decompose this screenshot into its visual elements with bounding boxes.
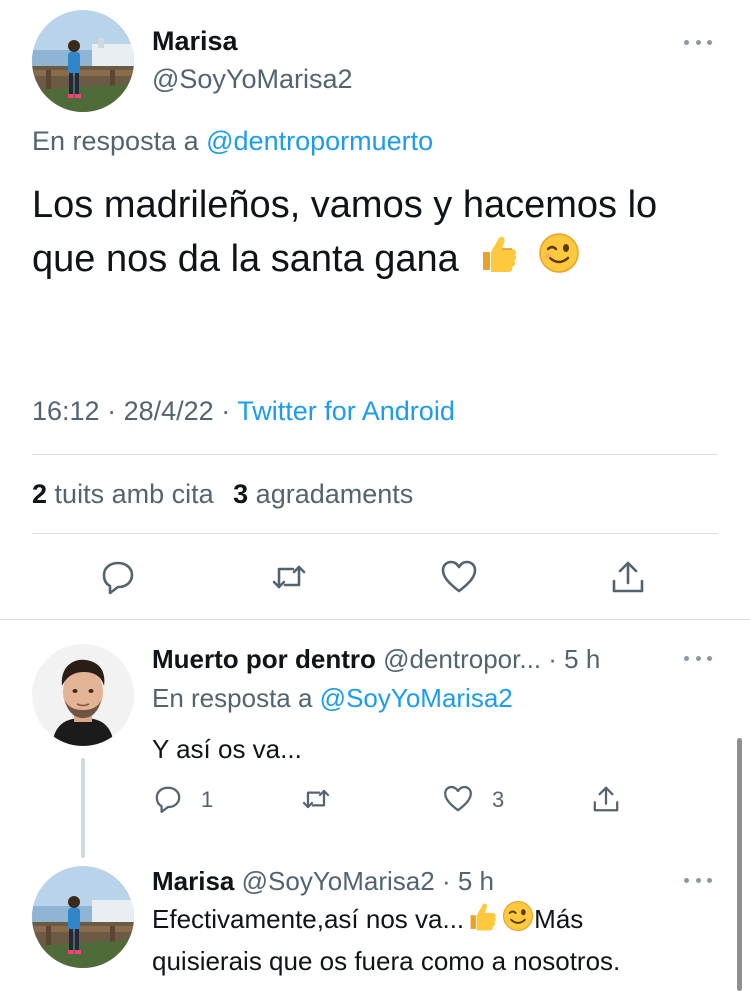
divider [0,619,750,620]
more-icon[interactable] [680,648,716,668]
wink-emoji [538,232,580,289]
reply-text: Efectivamente,así nos va... Más quisiera… [152,900,620,980]
tweet-source[interactable]: Twitter for Android [237,396,455,426]
like-count: 3 [233,479,249,509]
share-icon[interactable] [608,557,648,597]
reply-text-part1: Efectivamente,así nos va... [152,904,465,934]
author-handle[interactable]: @SoyYoMarisa2 [152,64,353,95]
reply-icon[interactable] [152,783,186,817]
reply-author-name[interactable]: Marisa [152,866,234,896]
reply-context: En resposta a @SoyYoMarisa2 [152,683,513,714]
retweet-icon[interactable] [269,557,309,597]
quote-label: tuits amb cita [54,479,214,509]
reply-count: 1 [201,787,214,812]
like-label: agradaments [255,479,414,509]
thumbs-up-emoji [477,232,519,289]
divider [32,533,718,534]
tweet-body: Los madrileños, vamos y hacemos lo que n… [32,178,722,289]
divider [32,454,718,455]
likes-stat[interactable]: 3 agradaments [233,479,413,509]
quote-count: 2 [32,479,48,509]
reply-prefix: En resposta a [32,126,199,156]
heart-icon[interactable] [439,557,479,597]
reply-text-part2: Más [534,904,584,934]
thread-line [81,758,85,858]
reply-to-link[interactable]: @SoyYoMarisa2 [320,683,513,713]
meta-separator: · [107,396,117,426]
reply-age[interactable]: · 5 h [548,644,600,674]
reply-to-link[interactable]: @dentropormuerto [206,126,433,156]
reply-author-name[interactable]: Muerto por dentro [152,644,376,674]
heart-icon[interactable] [442,783,476,817]
reply-text: Y así os va... [152,734,302,764]
reply-author-handle[interactable]: @dentropor... [383,644,541,674]
tweet-stats: 2 tuits amb cita 3 agradaments [32,479,413,510]
tweet-date[interactable]: 28/4/22 [124,396,214,426]
tweet-time: 16:12 [32,396,100,426]
reply-author-avatar[interactable] [32,866,134,968]
meta-separator: · [221,396,231,426]
reply-header: Marisa @SoyYoMarisa2 · 5 h [152,866,494,897]
scrollbar[interactable] [737,738,742,991]
reply-context: En resposta a @dentropormuerto [32,126,433,157]
reply-age[interactable]: · 5 h [442,866,494,896]
quote-tweets-stat[interactable]: 2 tuits amb cita [32,479,221,509]
reply-header: Muerto por dentro @dentropor... · 5 h [152,644,600,675]
reply-author-avatar[interactable] [32,644,134,746]
author-name[interactable]: Marisa [152,26,238,57]
tweet-meta: 16:12 · 28/4/22 · Twitter for Android [32,396,455,427]
like-count: 3 [492,787,505,812]
share-icon[interactable] [590,783,624,817]
wink-emoji [502,900,534,942]
more-icon[interactable] [680,32,716,52]
thumbs-up-emoji [466,900,498,942]
reply-prefix: En resposta a [152,683,313,713]
reply-icon[interactable] [98,557,138,597]
author-avatar[interactable] [32,10,134,112]
retweet-icon[interactable] [300,783,334,817]
reply-text-line2: quisierais que os fuera como a nosotros. [152,946,621,977]
reply-author-handle[interactable]: @SoyYoMarisa2 [242,866,435,896]
more-icon[interactable] [680,870,716,890]
